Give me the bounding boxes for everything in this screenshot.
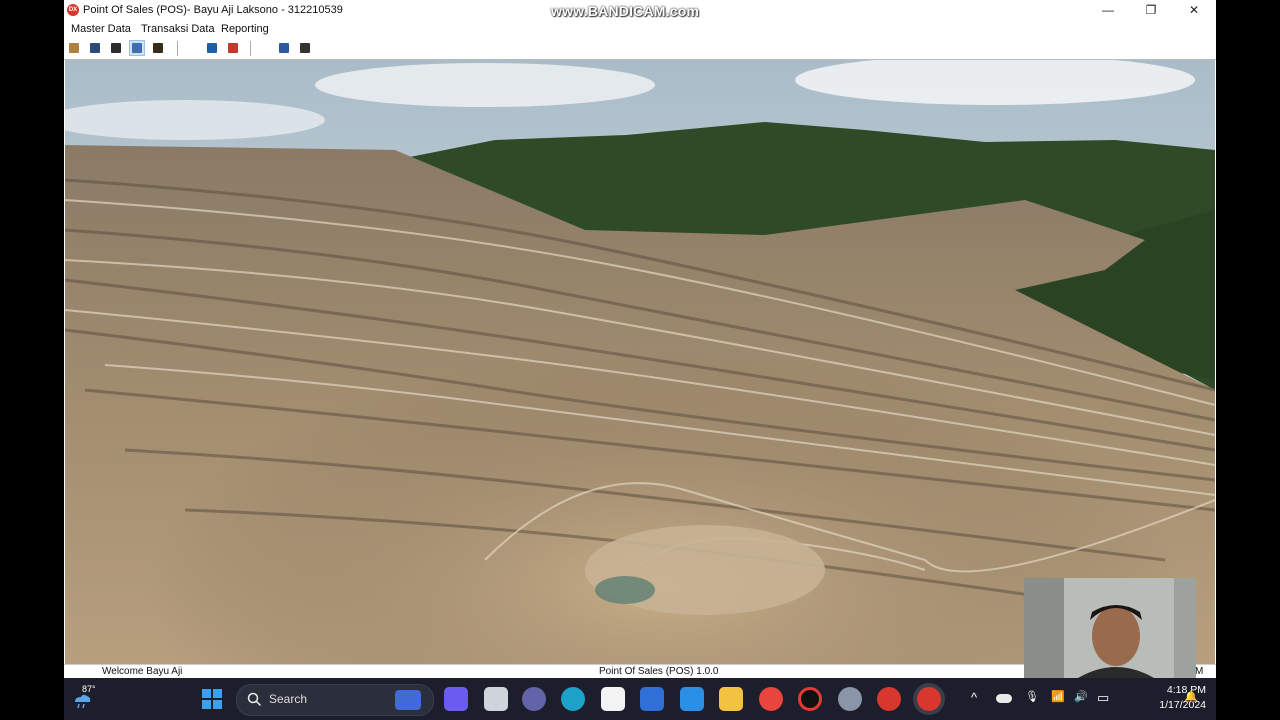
title-bar: DX Point Of Sales (POS)- Bayu Aji Lakson…	[64, 0, 1216, 21]
open-pit-mine-background-image	[65, 60, 1215, 664]
toolbar-separator	[177, 41, 178, 56]
teams-icon[interactable]	[522, 687, 546, 711]
volume-icon[interactable]: 🔊	[1074, 690, 1088, 703]
pos-main-window: DX Point Of Sales (POS)- Bayu Aji Lakson…	[64, 0, 1216, 678]
status-app-version: Point Of Sales (POS) 1.0.0	[599, 666, 719, 677]
task-view-icon[interactable]	[484, 687, 508, 711]
search-icon	[247, 692, 262, 707]
settings-icon[interactable]	[838, 687, 862, 711]
search-highlight-icon	[395, 690, 421, 710]
edge-icon[interactable]	[561, 687, 585, 711]
toolbar-separator	[250, 41, 251, 56]
rx-icon[interactable]	[877, 687, 901, 711]
file-explorer-icon[interactable]	[719, 687, 743, 711]
toolbar-sales-button[interactable]	[226, 41, 240, 55]
toolbar-product-button[interactable]	[109, 41, 123, 55]
supplier-icon	[90, 43, 100, 53]
search-placeholder: Search	[269, 692, 308, 706]
menu-master-data[interactable]: Master Data	[71, 23, 131, 35]
close-button[interactable]: ✕	[1174, 0, 1214, 21]
onedrive-cloud-icon[interactable]	[996, 694, 1012, 703]
taskbar-search[interactable]: Search	[236, 684, 434, 716]
user-icon	[69, 43, 79, 53]
powerautomate-icon[interactable]	[640, 687, 664, 711]
report-icon	[279, 43, 289, 53]
battery-icon[interactable]: ▭	[1097, 690, 1109, 706]
vscode-icon[interactable]	[680, 687, 704, 711]
print-icon	[300, 43, 310, 53]
weather-temperature: 87°	[82, 684, 96, 694]
bandicam-watermark: www.BANDICAM.com	[551, 3, 700, 19]
windows-start-icon[interactable]	[200, 687, 224, 711]
wifi-icon[interactable]: 📶	[1051, 690, 1065, 703]
tray-overflow-chevron-icon[interactable]: ^	[971, 690, 977, 705]
window-title: Point Of Sales (POS)- Bayu Aji Laksono -…	[83, 4, 343, 16]
status-right-text: M	[1195, 666, 1204, 677]
toolbar-category-button[interactable]	[129, 40, 145, 56]
copilot-icon[interactable]	[444, 687, 468, 711]
store-icon[interactable]	[601, 687, 625, 711]
toolbar-customer-button[interactable]	[151, 41, 165, 55]
menu-reporting[interactable]: Reporting	[221, 23, 269, 35]
bandicam-record-icon[interactable]	[798, 687, 822, 711]
category-icon	[132, 43, 142, 53]
app-icon[interactable]: DX	[67, 4, 79, 16]
chrome-icon[interactable]	[759, 687, 783, 711]
toolbar-user-button[interactable]	[67, 41, 81, 55]
menu-bar: Master Data Transaksi Data Reporting	[64, 21, 1216, 38]
status-welcome: Welcome Bayu Aji	[102, 666, 183, 677]
toolbar-supplier-button[interactable]	[88, 41, 102, 55]
toolbar-purchase-button[interactable]	[205, 41, 219, 55]
minimize-button[interactable]: —	[1088, 0, 1128, 21]
notification-bell-icon[interactable]: 🔔	[1184, 690, 1198, 703]
restore-button[interactable]: ❐	[1131, 0, 1171, 21]
toolbar-report-button[interactable]	[277, 41, 291, 55]
purchase-icon	[207, 43, 217, 53]
delphi-dx-icon[interactable]	[917, 687, 941, 711]
microphone-icon[interactable]: 🎙	[1025, 690, 1039, 703]
menu-transaksi-data[interactable]: Transaksi Data	[141, 23, 215, 35]
sales-icon	[228, 43, 238, 53]
customer-icon	[153, 43, 163, 53]
product-icon	[111, 43, 121, 53]
toolbar	[64, 38, 1216, 60]
webcam-overlay	[1024, 578, 1196, 678]
windows-taskbar: 87° Search ^ 🎙 📶 🔊 ▭ 4:18 PM 1/17/2024 🔔	[64, 678, 1216, 720]
toolbar-print-button[interactable]	[298, 41, 312, 55]
